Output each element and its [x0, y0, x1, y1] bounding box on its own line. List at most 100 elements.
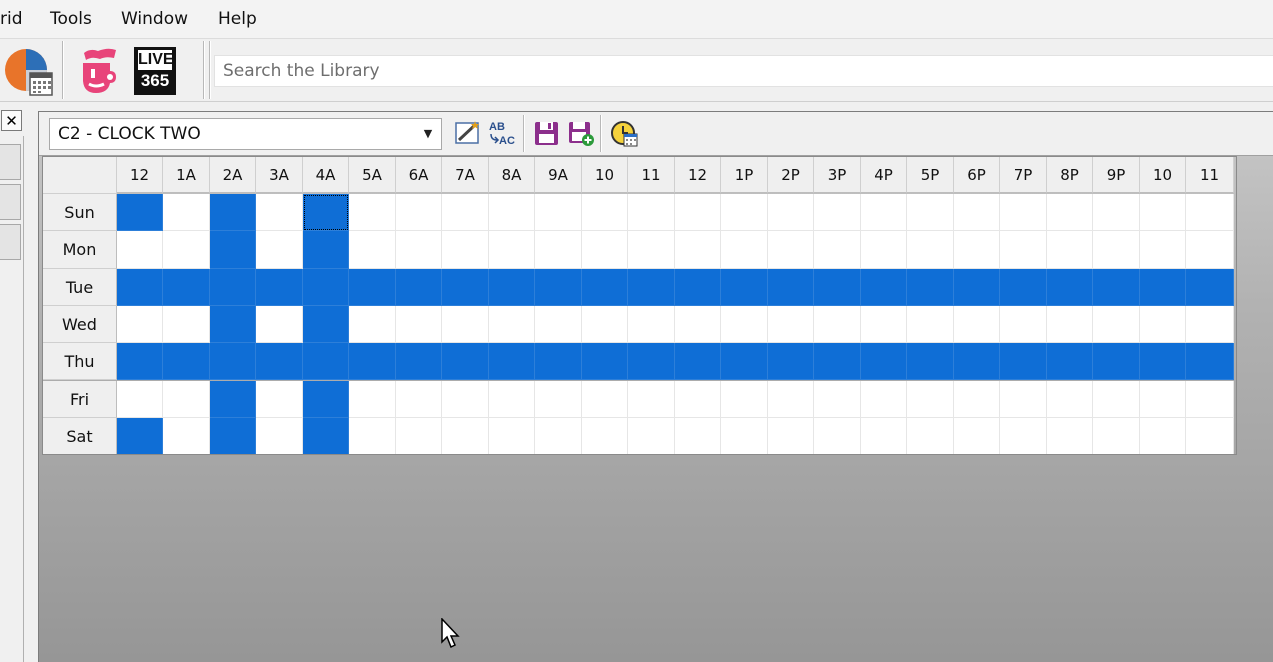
schedule-cell[interactable]	[1093, 194, 1140, 232]
save-icon[interactable]	[532, 118, 562, 148]
hour-header[interactable]: 8A	[489, 157, 535, 193]
schedule-cell[interactable]	[675, 305, 721, 344]
hour-header[interactable]: 9A	[535, 157, 582, 193]
schedule-cell-active[interactable]	[303, 231, 349, 269]
schedule-cell[interactable]	[163, 417, 210, 456]
schedule-cell-active[interactable]	[163, 343, 210, 381]
schedule-cell[interactable]	[117, 231, 163, 269]
schedule-cell[interactable]	[628, 305, 675, 344]
library-search-input[interactable]	[215, 56, 831, 86]
clock-schedule-icon[interactable]	[609, 118, 639, 148]
schedule-cell[interactable]	[628, 231, 675, 269]
hour-header[interactable]: 11	[1186, 157, 1234, 193]
schedule-cell-active[interactable]	[582, 268, 628, 306]
schedule-cell-active[interactable]	[768, 268, 814, 306]
schedule-cell[interactable]	[117, 305, 163, 344]
schedule-cell-active[interactable]	[256, 268, 303, 306]
schedule-cell[interactable]	[1186, 231, 1234, 269]
schedule-cell[interactable]	[1047, 417, 1093, 456]
schedule-cell[interactable]	[1093, 231, 1140, 269]
schedule-cell[interactable]	[535, 305, 582, 344]
pie-chart-calendar-icon[interactable]	[4, 47, 54, 97]
day-header[interactable]: Mon	[43, 231, 117, 269]
day-header[interactable]: Wed	[43, 305, 117, 344]
schedule-cell[interactable]	[768, 305, 814, 344]
schedule-cell-active[interactable]	[628, 268, 675, 306]
schedule-cell[interactable]	[907, 417, 954, 456]
hour-header[interactable]: 3A	[256, 157, 303, 193]
schedule-cell[interactable]	[954, 231, 1000, 269]
schedule-cell[interactable]	[117, 380, 163, 418]
day-header[interactable]: Fri	[43, 380, 117, 418]
schedule-cell[interactable]	[861, 194, 907, 232]
schedule-cell[interactable]	[256, 417, 303, 456]
schedule-cell-active[interactable]	[768, 343, 814, 381]
hour-header[interactable]: 3P	[814, 157, 861, 193]
schedule-cell[interactable]	[721, 194, 768, 232]
chevron-down-icon[interactable]: ▼	[419, 122, 437, 146]
schedule-cell[interactable]	[256, 231, 303, 269]
schedule-cell[interactable]	[814, 417, 861, 456]
schedule-cell-active[interactable]	[1093, 343, 1140, 381]
schedule-cell[interactable]	[1047, 231, 1093, 269]
schedule-cell[interactable]	[814, 305, 861, 344]
hour-header[interactable]: 6P	[954, 157, 1000, 193]
schedule-cell[interactable]	[535, 231, 582, 269]
schedule-cell-active[interactable]	[303, 305, 349, 344]
schedule-cell-active[interactable]	[814, 268, 861, 306]
iheart-icon[interactable]	[80, 47, 120, 95]
schedule-cell[interactable]	[1047, 380, 1093, 418]
schedule-cell[interactable]	[396, 417, 442, 456]
schedule-cell[interactable]	[768, 231, 814, 269]
schedule-cell-active[interactable]	[303, 417, 349, 456]
schedule-cell[interactable]	[489, 194, 535, 232]
schedule-cell[interactable]	[1140, 417, 1186, 456]
schedule-cell[interactable]	[954, 305, 1000, 344]
hour-header[interactable]: 11	[628, 157, 675, 193]
schedule-cell[interactable]	[628, 417, 675, 456]
schedule-cell[interactable]	[582, 417, 628, 456]
hour-header[interactable]: 7A	[442, 157, 489, 193]
schedule-cell[interactable]	[768, 417, 814, 456]
schedule-cell-active[interactable]	[861, 268, 907, 306]
schedule-cell[interactable]	[396, 380, 442, 418]
hour-header[interactable]: 9P	[1093, 157, 1140, 193]
schedule-cell[interactable]	[721, 417, 768, 456]
schedule-cell-active[interactable]	[954, 343, 1000, 381]
schedule-cell-active[interactable]	[489, 343, 535, 381]
schedule-cell[interactable]	[442, 417, 489, 456]
schedule-cell-active[interactable]	[1000, 268, 1047, 306]
schedule-cell-active[interactable]	[1093, 268, 1140, 306]
schedule-cell-active[interactable]	[303, 194, 349, 232]
schedule-cell-active[interactable]	[1140, 343, 1186, 381]
schedule-cell-active[interactable]	[210, 380, 256, 418]
schedule-cell[interactable]	[256, 380, 303, 418]
schedule-cell[interactable]	[1000, 380, 1047, 418]
schedule-cell[interactable]	[1047, 194, 1093, 232]
schedule-cell-active[interactable]	[117, 194, 163, 232]
schedule-cell-active[interactable]	[210, 268, 256, 306]
side-tab-button[interactable]	[0, 184, 21, 220]
schedule-cell-active[interactable]	[814, 343, 861, 381]
schedule-cell[interactable]	[721, 231, 768, 269]
schedule-cell-active[interactable]	[210, 231, 256, 269]
schedule-cell-active[interactable]	[256, 343, 303, 381]
schedule-cell[interactable]	[442, 380, 489, 418]
schedule-cell[interactable]	[535, 194, 582, 232]
schedule-cell[interactable]	[535, 380, 582, 418]
schedule-cell-active[interactable]	[1140, 268, 1186, 306]
schedule-cell[interactable]	[349, 194, 396, 232]
schedule-cell-active[interactable]	[1186, 343, 1234, 381]
menu-help[interactable]: Help	[218, 9, 257, 29]
schedule-cell[interactable]	[349, 231, 396, 269]
schedule-cell[interactable]	[582, 305, 628, 344]
hour-header[interactable]: 12	[675, 157, 721, 193]
schedule-cell[interactable]	[861, 231, 907, 269]
hour-header[interactable]: 7P	[1000, 157, 1047, 193]
schedule-cell[interactable]	[1140, 194, 1186, 232]
schedule-cell[interactable]	[628, 380, 675, 418]
schedule-cell[interactable]	[1093, 380, 1140, 418]
schedule-cell-active[interactable]	[442, 343, 489, 381]
schedule-cell[interactable]	[442, 194, 489, 232]
schedule-cell[interactable]	[675, 194, 721, 232]
